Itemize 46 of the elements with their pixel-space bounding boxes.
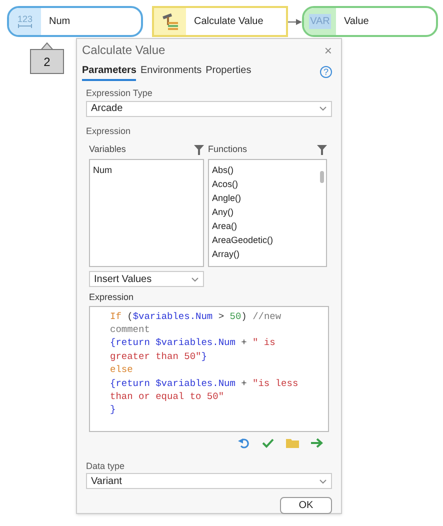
code-line: than or equal to 50": [110, 390, 226, 404]
code-line: If ($variables.Num > 50) //new: [110, 310, 282, 323]
list-item[interactable]: AreaGeodetic(): [212, 233, 315, 247]
data-type-dropdown[interactable]: Variant: [86, 473, 332, 489]
list-item[interactable]: Acos(): [212, 177, 315, 191]
folder-icon[interactable]: [286, 438, 299, 448]
dialog-tab[interactable]: Properties: [206, 63, 252, 81]
list-heading: Functions: [208, 143, 248, 156]
list-item[interactable]: Array(): [212, 247, 315, 261]
ok-button[interactable]: OK: [280, 497, 332, 514]
dialog-title: Calculate Value: [82, 42, 166, 59]
list-item[interactable]: Abs(): [212, 163, 315, 177]
code-editor[interactable]: If ($variables.Num > 50) //new comment {return $variables.Num + " is greater than 50"} else {return $variables.Num + "is less than or equal to 50" }: [89, 306, 329, 432]
arrow-icon: [288, 18, 302, 24]
section-label: Expression: [86, 124, 132, 138]
list-item[interactable]: Num: [93, 163, 200, 177]
code-line: {return $variables.Num + " is: [110, 336, 276, 350]
field-label: Data type: [86, 460, 126, 473]
field-label: Expression: [89, 291, 135, 304]
dialog-tab[interactable]: Parameters: [82, 63, 136, 81]
model-node[interactable]: 123 Num: [7, 6, 143, 37]
chevron-down-icon: [191, 276, 199, 282]
code-line: greater than 50"}: [110, 350, 208, 364]
chevron-down-icon: [319, 478, 327, 484]
code-line: }: [110, 403, 117, 417]
filter-icon[interactable]: [317, 145, 327, 155]
variable-icon: VAR: [309, 14, 331, 29]
dialog-tab[interactable]: Environments: [140, 63, 202, 81]
chevron-down-icon: [319, 106, 327, 111]
undo-icon[interactable]: [238, 436, 250, 448]
expression-type-dropdown[interactable]: Arcade: [86, 100, 332, 116]
arrow-right-icon[interactable]: [311, 438, 323, 448]
model-node[interactable]: VAR Value: [302, 6, 438, 37]
list-item[interactable]: Area(): [212, 219, 315, 233]
list-heading: Variables: [89, 143, 126, 156]
filter-icon[interactable]: [194, 145, 204, 155]
list-item[interactable]: Any(): [212, 205, 315, 219]
field-label: Expression Type: [86, 87, 154, 100]
insert-values-dropdown[interactable]: Insert Values: [89, 271, 204, 287]
checkmark-icon[interactable]: [262, 438, 274, 448]
model-node[interactable]: Calculate Value: [152, 6, 288, 37]
hammer-table-icon: [161, 12, 179, 30]
code-line: else: [110, 363, 134, 377]
code-line: comment: [110, 322, 151, 336]
list-item[interactable]: Angle(): [212, 191, 315, 205]
code-line: {return $variables.Num + "is less: [110, 376, 300, 390]
